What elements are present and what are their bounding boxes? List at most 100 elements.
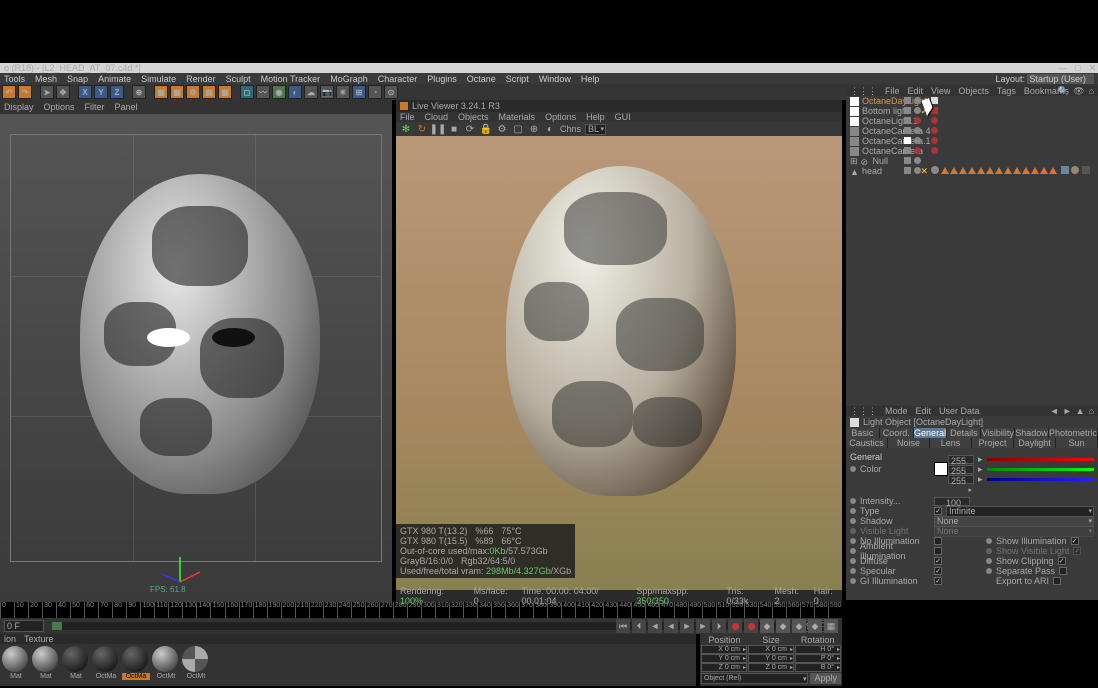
am-userdata[interactable]: User Data xyxy=(939,406,980,416)
render-view-btn[interactable]: ▦ xyxy=(154,85,168,99)
lv-options[interactable]: Options xyxy=(545,112,576,122)
axis-y[interactable]: Y xyxy=(94,85,108,99)
environment-tool[interactable]: ☁ xyxy=(304,85,318,99)
material-slot[interactable]: OctMt xyxy=(152,646,180,680)
tab-project[interactable]: Project xyxy=(972,438,1014,448)
material-slot[interactable]: Mat xyxy=(2,646,30,680)
lv-gui[interactable]: GUI xyxy=(615,112,631,122)
om-home-icon[interactable]: ⌂ xyxy=(1089,86,1094,97)
lv-start-icon[interactable]: ✻ xyxy=(400,123,412,135)
camera-tool[interactable]: 📷 xyxy=(320,85,334,99)
separate-pass-check[interactable] xyxy=(1059,567,1067,575)
specular-check[interactable] xyxy=(934,567,942,575)
menu-window[interactable]: Window xyxy=(539,74,571,84)
color-r-slider[interactable] xyxy=(987,458,1094,461)
tab-photometric[interactable]: Photometric xyxy=(1049,428,1098,438)
am-fwd-icon[interactable]: ► xyxy=(1063,406,1072,416)
selection-tag-icon[interactable] xyxy=(941,167,949,174)
key-param-icon[interactable]: ◆ xyxy=(808,619,822,633)
material-slot[interactable]: Mat xyxy=(62,646,90,680)
key-rot-icon[interactable]: ◆ xyxy=(792,619,806,633)
material-slot[interactable]: OctMa xyxy=(122,646,150,680)
key-scale-icon[interactable]: ◆ xyxy=(776,619,790,633)
phong-tag-icon[interactable] xyxy=(1071,166,1079,174)
lv-channels-dropdown[interactable]: BL xyxy=(585,124,606,135)
lv-restart-icon[interactable]: ⟳ xyxy=(464,123,476,135)
tab-sun[interactable]: Sun xyxy=(1056,438,1098,448)
axis-x[interactable]: X xyxy=(78,85,92,99)
material-slot[interactable]: Mat xyxy=(32,646,60,680)
tab-basic[interactable]: Basic xyxy=(846,428,880,438)
menu-character[interactable]: Character xyxy=(378,74,418,84)
om-objects[interactable]: Objects xyxy=(958,86,989,96)
om-search-icon[interactable]: 🔍 xyxy=(1058,86,1069,97)
tab-details[interactable]: Details xyxy=(947,428,981,438)
axis-z[interactable]: Z xyxy=(110,85,124,99)
next-key-icon[interactable]: ► xyxy=(696,619,710,633)
size-z[interactable]: Z 0 cm xyxy=(748,663,794,672)
tab-general[interactable]: General xyxy=(914,428,948,438)
goto-start-icon[interactable]: ⏮ xyxy=(616,619,630,633)
tab-daylight[interactable]: Daylight Tag xyxy=(1014,438,1056,448)
menu-mograph[interactable]: MoGraph xyxy=(330,74,368,84)
redo-button[interactable]: ↷ xyxy=(18,85,32,99)
mat-texture[interactable]: Texture xyxy=(24,634,54,644)
material-slot[interactable]: OctMa xyxy=(92,646,120,680)
lv-refresh-icon[interactable]: ↻ xyxy=(416,123,428,135)
lv-cloud[interactable]: Cloud xyxy=(425,112,449,122)
vp-display[interactable]: Display xyxy=(4,102,34,112)
lv-settings-icon[interactable]: ⚙ xyxy=(496,123,508,135)
size-y[interactable]: Y 0 cm xyxy=(748,654,794,663)
step-fwd-icon[interactable]: ⏵ xyxy=(712,619,726,633)
vp-filter[interactable]: Filter xyxy=(85,102,105,112)
apply-button[interactable]: Apply xyxy=(810,673,841,684)
gi-check[interactable] xyxy=(934,577,942,585)
lv-help[interactable]: Help xyxy=(586,112,605,122)
picture-viewer-btn[interactable]: ▦ xyxy=(218,85,232,99)
lv-file[interactable]: File xyxy=(400,112,415,122)
om-item-camera[interactable]: OctaneCamera xyxy=(846,146,1098,156)
vp-panel[interactable]: Panel xyxy=(115,102,138,112)
color-g-input[interactable]: 255 xyxy=(948,465,974,474)
tag-tool[interactable]: ◔ xyxy=(368,85,382,99)
om-edit[interactable]: Edit xyxy=(908,86,924,96)
tab-noise[interactable]: Noise xyxy=(888,438,930,448)
om-item-daylight[interactable]: OctaneDayLight ✓ xyxy=(846,96,1098,106)
mat-function[interactable]: ion xyxy=(4,634,16,644)
color-b-input[interactable]: 255 xyxy=(948,475,974,484)
menu-sculpt[interactable]: Sculpt xyxy=(226,74,251,84)
spline-tool[interactable]: 〰 xyxy=(256,85,270,99)
lv-pause-icon[interactable]: ❚❚ xyxy=(432,123,444,135)
lv-pick-icon[interactable]: ⊕ xyxy=(528,123,540,135)
key-pla-icon[interactable]: ▦ xyxy=(824,619,838,633)
am-mode[interactable]: Mode xyxy=(885,406,908,416)
tab-coord[interactable]: Coord. xyxy=(880,428,914,438)
om-item-camera1[interactable]: OctaneCamera.1 xyxy=(846,136,1098,146)
menu-tools[interactable]: Tools xyxy=(4,74,25,84)
lv-materials[interactable]: Materials xyxy=(499,112,536,122)
intensity-input[interactable]: 100 % xyxy=(934,497,970,506)
color-g-slider[interactable] xyxy=(987,468,1094,471)
pos-x[interactable]: X 0 cm xyxy=(701,645,747,654)
play-fwd-icon[interactable]: ► xyxy=(680,619,694,633)
generator-tool[interactable]: ◉ xyxy=(272,85,286,99)
show-illumination-check[interactable] xyxy=(1071,537,1079,545)
color-r-input[interactable]: 255 xyxy=(948,455,974,464)
light-tool[interactable]: ☀ xyxy=(336,85,350,99)
lv-objects[interactable]: Objects xyxy=(458,112,489,122)
tab-caustics[interactable]: Caustics xyxy=(846,438,888,448)
layout-dropdown[interactable]: Startup (User) xyxy=(1027,74,1094,84)
tab-lens[interactable]: Lens xyxy=(930,438,972,448)
menu-simulate[interactable]: Simulate xyxy=(141,74,176,84)
render-settings-btn[interactable]: ⚙ xyxy=(186,85,200,99)
menu-plugins[interactable]: Plugins xyxy=(427,74,457,84)
om-item-octanelight1[interactable]: OctaneLight.1 xyxy=(846,116,1098,126)
menu-script[interactable]: Script xyxy=(506,74,529,84)
color-b-slider[interactable] xyxy=(987,478,1094,481)
show-clipping-check[interactable] xyxy=(1058,557,1066,565)
octane-tag-icon[interactable] xyxy=(1082,166,1090,174)
om-tags[interactable]: Tags xyxy=(997,86,1016,96)
size-x[interactable]: X 0 cm xyxy=(748,645,794,654)
diffuse-check[interactable] xyxy=(934,557,942,565)
menu-animate[interactable]: Animate xyxy=(98,74,131,84)
